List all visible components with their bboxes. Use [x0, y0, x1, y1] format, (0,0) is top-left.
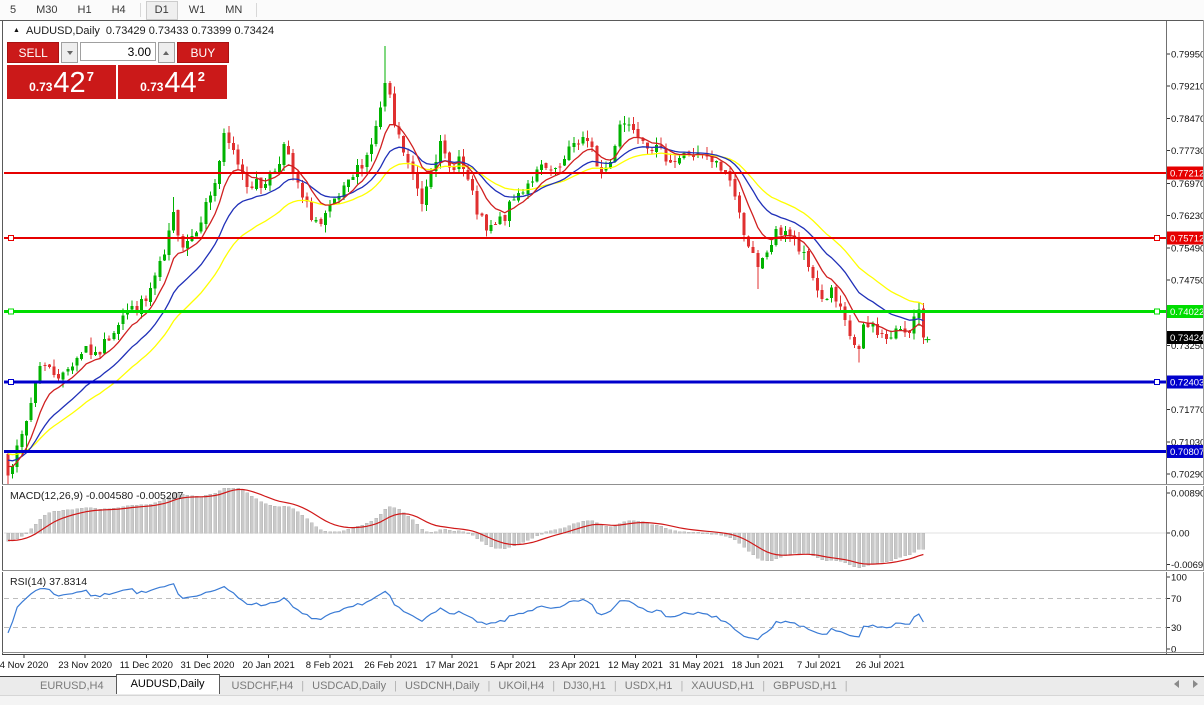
date-axis-tick: 12 May 2021: [608, 660, 663, 671]
sell-price-prefix: 0.73: [29, 80, 53, 94]
price-axis-tick: 0.74750: [1171, 276, 1204, 287]
buy-price-prefix: 0.73: [140, 80, 164, 94]
rsi-label: RSI(14) 37.8314: [10, 576, 87, 588]
buy-price-display[interactable]: 0.73 44 2: [118, 65, 227, 99]
date-axis-tick: 5 Apr 2021: [490, 660, 536, 671]
price-axis-tick: 0.79210: [1171, 82, 1204, 93]
sell-price-display[interactable]: 0.73 42 7: [7, 65, 116, 99]
price-axis-tick: 0.75490: [1171, 243, 1204, 254]
price-chart[interactable]: MACD(12,26,9) -0.004580 -0.005207 RSI(14)…: [0, 20, 1204, 676]
date-axis-tick: 31 Dec 2020: [181, 660, 235, 671]
date-axis-tick: 23 Apr 2021: [549, 660, 600, 671]
price-axis-tick: 0.76230: [1171, 211, 1204, 222]
tabs-scroll-left-icon[interactable]: [1174, 680, 1179, 688]
timeframe-button-m30[interactable]: M30: [27, 1, 66, 20]
volume-input[interactable]: [80, 42, 156, 61]
chart-window: MACD(12,26,9) -0.004580 -0.005207 RSI(14)…: [0, 20, 1204, 676]
toolbar-separator: [139, 3, 141, 17]
macd-axis-tick: 0.00: [1171, 529, 1190, 540]
timeframe-button-5[interactable]: 5: [1, 1, 25, 20]
sell-price-main: 42: [53, 67, 86, 99]
macd-axis-tick: -0.00697: [1171, 560, 1204, 571]
price-axis-tick: 0.79950: [1171, 49, 1204, 60]
volume-increase-button[interactable]: [158, 42, 175, 63]
timeframe-button-d1[interactable]: D1: [145, 0, 178, 20]
tab-separator: |: [844, 680, 848, 692]
rsi-axis-tick: 100: [1171, 573, 1187, 584]
triangle-up-icon: [163, 50, 170, 55]
timeframe-button-mn[interactable]: MN: [216, 1, 251, 20]
chart-ohlc-values: 0.73429 0.73433 0.73399 0.73424: [105, 25, 275, 37]
date-axis-tick: 20 Jan 2021: [242, 660, 294, 671]
chart-tab-audusd[interactable]: AUDUSD,Daily: [115, 674, 220, 694]
chart-tab-usdcad[interactable]: USDCAD,Daily: [300, 678, 398, 694]
chart-header: ▲ AUDUSD,Daily 0.73429 0.73433 0.73399 0…: [13, 25, 274, 37]
tabs-scroll-right-icon[interactable]: [1193, 680, 1198, 688]
date-axis-tick: 31 May 2021: [669, 660, 724, 671]
chart-tab-usdx[interactable]: USDX,H1: [613, 678, 685, 694]
level-badge-label: 0.74022: [1170, 307, 1204, 318]
date-axis-tick: 26 Jul 2021: [856, 660, 905, 671]
price-axis-tick: 0.76970: [1171, 179, 1204, 190]
timeframe-button-h4[interactable]: H4: [103, 1, 135, 20]
rsi-axis-tick: 0: [1171, 645, 1176, 656]
status-strip: [0, 695, 1204, 705]
price-axis-tick: 0.78470: [1171, 114, 1204, 125]
price-axis-tick: 0.77730: [1171, 146, 1204, 157]
chart-tab-dj30[interactable]: DJ30,H1: [551, 678, 618, 694]
date-axis-tick: 7 Jul 2021: [797, 660, 841, 671]
toolbar-separator: [256, 3, 258, 17]
date-axis-tick: 23 Nov 2020: [58, 660, 112, 671]
chart-tab-ukoil[interactable]: UKOil,H4: [486, 678, 556, 694]
macd-axis-tick: 0.00890: [1171, 488, 1204, 499]
price-axis-tick: 0.70290: [1171, 469, 1204, 480]
buy-price-main: 44: [164, 67, 197, 99]
buy-button[interactable]: BUY: [176, 42, 229, 63]
date-axis-tick: 26 Feb 2021: [364, 660, 417, 671]
date-axis-tick: 18 Jun 2021: [732, 660, 784, 671]
volume-decrease-button[interactable]: [61, 42, 78, 63]
rsi-axis-tick: 30: [1171, 623, 1182, 634]
timeframe-button-h1[interactable]: H1: [69, 1, 101, 20]
triangle-down-icon: [66, 50, 73, 55]
timeframe-toolbar: 5 M30 H1 H4 D1 W1 MN: [0, 0, 1204, 20]
chart-tab-gbpusd[interactable]: GBPUSD,H1: [761, 678, 849, 694]
tab-scroll-arrows: [1174, 680, 1198, 688]
chart-symbol-title: AUDUSD,Daily: [25, 25, 100, 37]
macd-label: MACD(12,26,9) -0.004580 -0.005207: [10, 490, 184, 502]
chart-tab-xauusd[interactable]: XAUUSD,H1: [679, 678, 766, 694]
one-click-trade-panel: SELL BUY 0.73427 0.73442: [7, 42, 229, 99]
collapse-panel-icon[interactable]: ▲: [13, 27, 20, 34]
price-axis-tick: 0.71770: [1171, 405, 1204, 416]
rsi-axis-tick: 70: [1171, 594, 1182, 605]
timeframe-button-w1[interactable]: W1: [180, 1, 215, 20]
level-badge-label: 0.75712: [1170, 234, 1204, 245]
trading-terminal: 5 M30 H1 H4 D1 W1 MN MACD(12,26,9) -0.004580 -…: [0, 0, 1204, 705]
chart-tab-eurusd[interactable]: EURUSD,H4: [28, 678, 116, 694]
chart-tabs-bar: EURUSD,H4 AUDUSD,Daily USDCHF,H4 | USDCAD,Da…: [0, 674, 1204, 695]
date-axis-tick: 17 Mar 2021: [425, 660, 478, 671]
chart-tab-usdcnh[interactable]: USDCNH,Daily: [393, 678, 492, 694]
current-price-badge-label: 0.73424: [1170, 333, 1204, 344]
sell-button[interactable]: SELL: [7, 42, 60, 63]
buy-price-sup: 2: [197, 69, 205, 84]
level-badge-label: 0.72403: [1170, 378, 1204, 389]
sell-price-sup: 7: [86, 69, 94, 84]
date-axis-tick: 8 Feb 2021: [306, 660, 354, 671]
date-axis-tick: 4 Nov 2020: [0, 660, 48, 671]
level-badge-label: 0.70807: [1170, 447, 1204, 458]
level-badge-label: 0.77212: [1170, 169, 1204, 180]
chart-tab-usdchf[interactable]: USDCHF,H4: [220, 678, 306, 694]
date-axis-tick: 11 Dec 2020: [120, 660, 173, 671]
